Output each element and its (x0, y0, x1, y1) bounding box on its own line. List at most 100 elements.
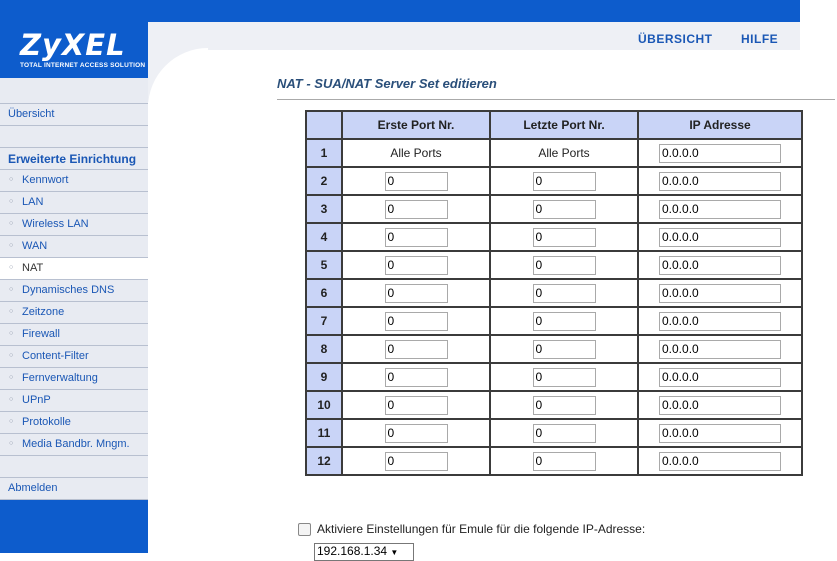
sidebar-item-logout[interactable]: Abmelden (0, 478, 148, 500)
last-input[interactable] (532, 311, 596, 331)
table-row: 5 (305, 250, 803, 280)
last-input[interactable] (532, 339, 596, 359)
first-input[interactable] (384, 255, 448, 275)
sidebar-item-nat[interactable]: ○ NAT (0, 258, 148, 280)
first-input[interactable] (384, 451, 448, 471)
bullet-icon: ○ (9, 264, 14, 271)
row-number: 3 (305, 194, 343, 224)
title-divider (277, 99, 835, 100)
sidebar-item-firewall[interactable]: ○ Firewall (0, 324, 148, 346)
sidebar-spacer (0, 126, 148, 148)
first-input[interactable] (384, 199, 448, 219)
sidebar-item-zeitzone[interactable]: ○ Zeitzone (0, 302, 148, 324)
col-header-nr (305, 110, 343, 140)
sidebar-spacer (0, 456, 148, 478)
sidebar-item-wireless-lan[interactable]: ○ Wireless LAN (0, 214, 148, 236)
bullet-icon: ○ (9, 220, 14, 227)
first-input[interactable] (384, 423, 448, 443)
sidebar-item-media-bandbr-mngm-[interactable]: ○ Media Bandbr. Mngm. (0, 434, 148, 456)
ip-input[interactable] (659, 171, 781, 191)
ip-input[interactable] (659, 199, 781, 219)
sidebar-footer (0, 500, 148, 553)
sidebar-item-dynamisches-dns[interactable]: ○ Dynamisches DNS (0, 280, 148, 302)
ip-cell (637, 418, 803, 448)
last-input[interactable] (532, 171, 596, 191)
sidebar-item-lan[interactable]: ○ LAN (0, 192, 148, 214)
sidebar-item-upnp[interactable]: ○ UPnP (0, 390, 148, 412)
ip-input[interactable] (659, 339, 781, 359)
first-cell (341, 250, 491, 280)
ip-cell (637, 306, 803, 336)
sidebar-item-media-bandbr-mngm--label: Media Bandbr. Mngm. (22, 438, 130, 450)
last-cell (489, 278, 639, 308)
ip-input[interactable] (659, 451, 781, 471)
sidebar-item-wan[interactable]: ○ WAN (0, 236, 148, 258)
sidebar-item-fernverwaltung-label: Fernverwaltung (22, 372, 98, 384)
sidebar-item-logout-label: Abmelden (8, 482, 58, 494)
ip-input[interactable] (659, 227, 781, 247)
last-cell (489, 222, 639, 252)
sidebar-item-content-filter[interactable]: ○ Content-Filter (0, 346, 148, 368)
bullet-icon: ○ (9, 418, 14, 425)
row-number: 8 (305, 334, 343, 364)
bullet-icon: ○ (9, 330, 14, 337)
first-input[interactable] (384, 227, 448, 247)
ip-input[interactable] (659, 143, 781, 163)
last-input[interactable] (532, 423, 596, 443)
last-text: Alle Ports (538, 146, 590, 160)
ip-input[interactable] (659, 311, 781, 331)
last-input[interactable] (532, 367, 596, 387)
last-cell (489, 334, 639, 364)
table-row: 12 (305, 446, 803, 476)
sidebar-item-fernverwaltung[interactable]: ○ Fernverwaltung (0, 368, 148, 390)
ip-cell (637, 390, 803, 420)
sidebar-item-kennwort[interactable]: ○ Kennwort (0, 170, 148, 192)
sidebar-item-zeitzone-label: Zeitzone (22, 306, 65, 318)
row-number: 6 (305, 278, 343, 308)
ip-input[interactable] (659, 367, 781, 387)
nav-overview-link[interactable]: ÜBERSICHT (638, 32, 713, 46)
sidebar-item-wan-label: WAN (22, 240, 48, 252)
first-input[interactable] (384, 367, 448, 387)
last-cell (489, 418, 639, 448)
emule-ip-select[interactable]: 192.168.1.34 ▼ (314, 543, 414, 561)
ip-input[interactable] (659, 283, 781, 303)
first-cell (341, 418, 491, 448)
last-input[interactable] (532, 395, 596, 415)
row-number: 5 (305, 250, 343, 280)
ip-input[interactable] (659, 395, 781, 415)
bullet-icon: ○ (9, 440, 14, 447)
first-text: Alle Ports (390, 146, 442, 160)
last-input[interactable] (532, 451, 596, 471)
ip-cell (637, 278, 803, 308)
table-row: 3 (305, 194, 803, 224)
ip-cell (637, 446, 803, 476)
sidebar-item-lan-label: LAN (22, 196, 44, 208)
bullet-icon: ○ (9, 198, 14, 205)
table-row: 6 (305, 278, 803, 308)
last-input[interactable] (532, 255, 596, 275)
sidebar-item-overview[interactable]: Übersicht (0, 104, 148, 126)
brand-tagline: TOTAL INTERNET ACCESS SOLUTION (20, 62, 146, 69)
sidebar-item-protokolle[interactable]: ○ Protokolle (0, 412, 148, 434)
ip-cell (637, 166, 803, 196)
last-input[interactable] (532, 199, 596, 219)
sidebar-item-wireless-lan-label: Wireless LAN (22, 218, 89, 230)
last-cell (489, 446, 639, 476)
first-input[interactable] (384, 339, 448, 359)
row-number: 7 (305, 306, 343, 336)
bullet-icon: ○ (9, 374, 14, 381)
ip-input[interactable] (659, 255, 781, 275)
first-input[interactable] (384, 283, 448, 303)
table-row: 7 (305, 306, 803, 336)
emule-checkbox[interactable] (298, 523, 311, 537)
first-input[interactable] (384, 395, 448, 415)
first-input[interactable] (384, 171, 448, 191)
row-number: 2 (305, 166, 343, 196)
ip-input[interactable] (659, 423, 781, 443)
last-input[interactable] (532, 227, 596, 247)
first-input[interactable] (384, 311, 448, 331)
nav-help-link[interactable]: HILFE (741, 32, 778, 46)
port-table: Erste Port Nr. Letzte Port Nr. IP Adress… (305, 110, 803, 476)
last-input[interactable] (532, 283, 596, 303)
